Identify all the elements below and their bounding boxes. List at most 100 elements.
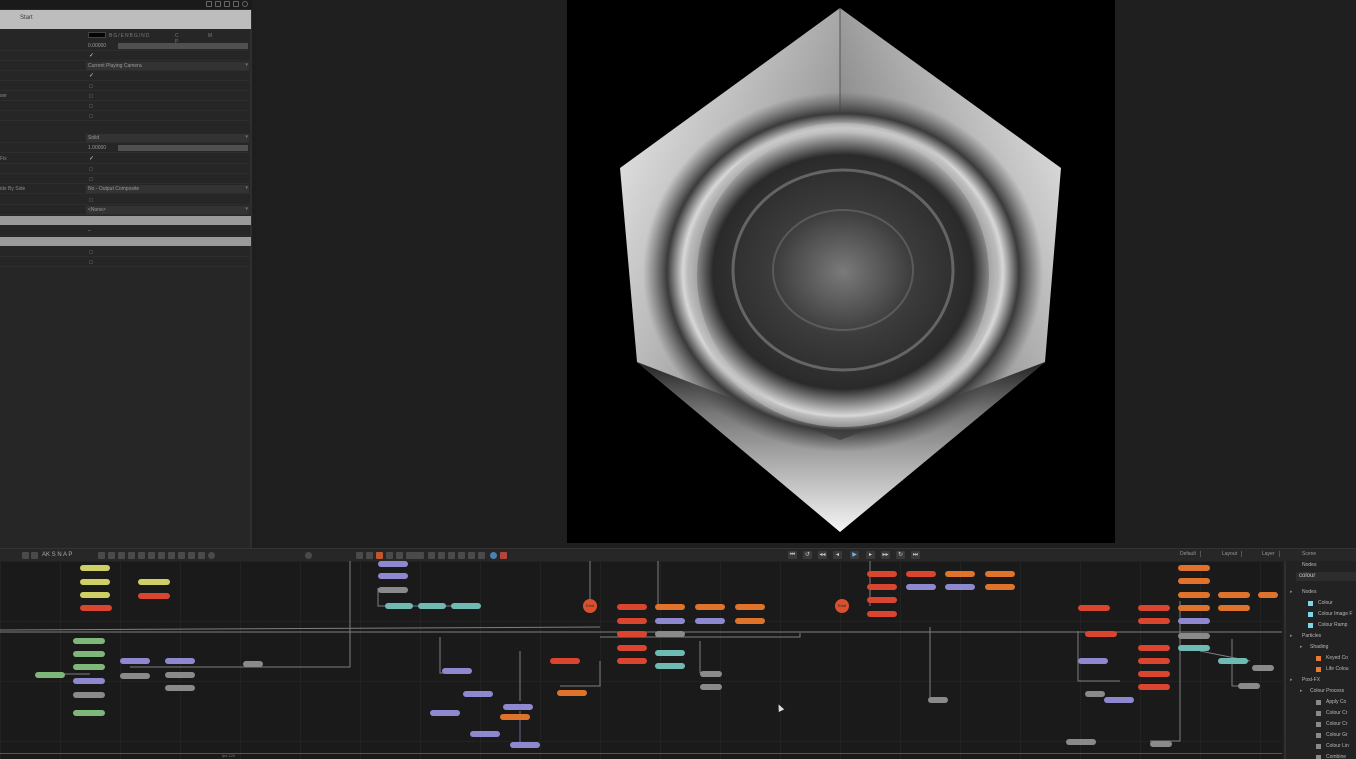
property-checkbox[interactable] [89,114,93,118]
node-tree-item[interactable]: Colour Image F [1318,611,1352,617]
graph-node[interactable] [1138,658,1170,664]
property-checkbox[interactable]: ✓ [89,52,94,59]
graph-node[interactable] [550,658,580,664]
graph-node[interactable] [867,611,897,617]
graph-node[interactable] [700,671,722,677]
graph-node[interactable] [1178,565,1210,571]
node-tree-item[interactable]: Colour Ramp [1318,622,1347,628]
layout-icon[interactable] [128,552,135,559]
graph-node[interactable] [1138,605,1170,611]
graph-node[interactable] [165,658,195,664]
view-mode-icon[interactable] [438,552,445,559]
graph-node[interactable] [906,584,936,590]
graph-node[interactable] [700,684,722,690]
info-icon[interactable] [490,552,497,559]
stop-icon[interactable] [500,552,507,559]
graph-node[interactable] [138,579,170,585]
graph-node[interactable] [735,618,765,624]
tab-scene[interactable]: Scene [1302,551,1320,557]
property-checkbox[interactable] [89,94,93,98]
menu-icon[interactable] [233,1,239,7]
node-tree-item[interactable]: Colour Process [1310,688,1344,694]
graph-node[interactable] [617,604,647,610]
record-icon[interactable] [188,552,195,559]
property-checkbox[interactable] [89,167,93,171]
tab-layout[interactable]: Layout [1222,551,1243,557]
emitter-hub[interactable]: Emit [835,599,849,613]
tool-letters[interactable]: AK S N A P [42,552,72,558]
step-forward-icon[interactable]: ▸▸ [881,551,890,559]
align-icon[interactable] [148,552,155,559]
graph-node[interactable] [1178,633,1210,639]
graph-node[interactable] [35,672,65,678]
graph-node[interactable] [430,710,460,716]
node-tree-item[interactable]: Colour Lin [1326,743,1349,749]
graph-node[interactable] [985,584,1015,590]
node-tree-item[interactable]: Post-FX [1302,677,1320,683]
graph-node[interactable] [1178,645,1210,651]
graph-node[interactable] [418,603,446,609]
graph-node[interactable] [867,597,897,603]
graph-node[interactable] [120,658,150,664]
graph-node[interactable] [1138,671,1170,677]
select-tool-icon[interactable] [22,552,29,559]
graph-node[interactable] [557,690,587,696]
mode-dropdown[interactable] [86,134,249,142]
expand-arrow-icon[interactable]: ▸ [1290,677,1293,683]
graph-node[interactable] [1258,592,1278,598]
node-tree-item[interactable]: Keyed Co [1326,655,1348,661]
graph-node[interactable] [1138,645,1170,651]
graph-node[interactable] [378,587,408,593]
graph-node[interactable] [1085,631,1117,637]
graph-node[interactable] [73,692,105,698]
graph-node[interactable] [378,561,408,567]
graph-node[interactable] [655,631,685,637]
node-tree-item[interactable]: Colour Cr [1326,721,1347,727]
graph-node[interactable] [617,618,647,624]
graph-node[interactable] [1218,605,1250,611]
graph-node[interactable] [451,603,481,609]
expand-arrow-icon[interactable]: ▸ [1300,688,1303,694]
graph-node[interactable] [985,571,1015,577]
view-mode-icon[interactable] [448,552,455,559]
rewind-icon[interactable]: ↺ [803,551,812,559]
graph-node[interactable] [906,571,936,577]
graph-node[interactable] [73,638,105,644]
section-header[interactable] [0,216,251,225]
node-graph[interactable]: Emit Emit [0,561,1282,759]
graph-node[interactable] [165,672,195,678]
property-slider[interactable] [118,43,248,49]
settings-icon[interactable] [168,552,175,559]
graph-node[interactable] [503,704,533,710]
property-checkbox[interactable] [89,260,93,264]
play-icon[interactable]: ▶ [850,551,859,559]
graph-node[interactable] [73,651,105,657]
graph-node[interactable] [1150,741,1172,747]
node-tree-item[interactable]: Nodes [1302,589,1316,595]
property-value[interactable]: 0.00000 [88,43,106,49]
timeline-scrollbar[interactable] [0,753,1282,754]
view-mode-icon[interactable] [428,552,435,559]
graph-node[interactable] [138,593,170,599]
render-viewport[interactable] [257,0,1356,548]
graph-node[interactable] [442,668,472,674]
view-mode-icon[interactable] [386,552,393,559]
graph-node[interactable] [655,663,685,669]
copy-icon[interactable] [215,1,221,7]
graph-node[interactable] [73,678,105,684]
property-checkbox[interactable] [89,198,93,202]
graph-node[interactable] [73,710,105,716]
property-slider[interactable] [118,145,248,151]
graph-node[interactable] [1078,658,1108,664]
graph-node[interactable] [1178,618,1210,624]
node-tree-item[interactable]: Life Colou [1326,666,1349,672]
property-checkbox[interactable] [89,177,93,181]
graph-node[interactable] [1138,618,1170,624]
camera-icon[interactable] [178,552,185,559]
graph-node[interactable] [928,697,948,703]
graph-node[interactable] [120,673,150,679]
expand-arrow-icon[interactable]: ▸ [1300,644,1303,650]
graph-node[interactable] [695,618,725,624]
graph-node[interactable] [655,604,685,610]
graph-node[interactable] [945,571,975,577]
